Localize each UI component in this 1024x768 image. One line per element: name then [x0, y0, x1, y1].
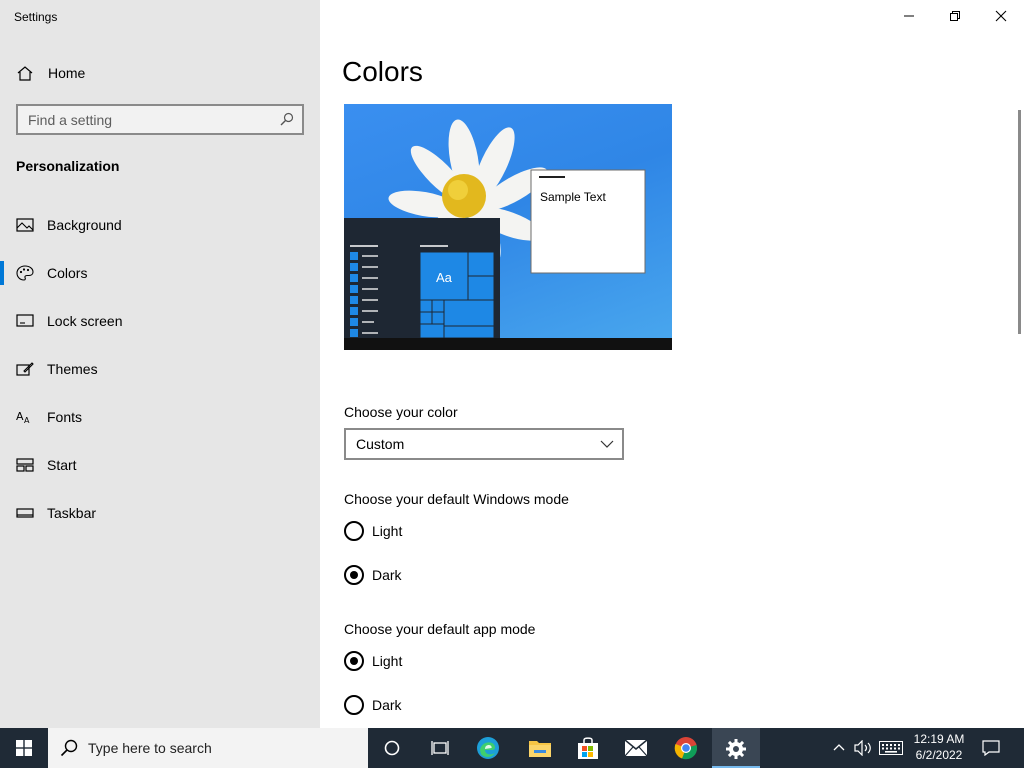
app-title: Settings	[14, 10, 58, 24]
preview-sample-text: Sample Text	[540, 190, 606, 204]
sidebar-item-label: Colors	[47, 265, 88, 281]
app-mode-dark-radio[interactable]: Dark	[344, 694, 544, 716]
radio-label: Dark	[372, 567, 402, 583]
windows-mode-dark-radio[interactable]: Dark	[344, 564, 544, 586]
find-setting-search[interactable]	[16, 104, 304, 135]
sidebar-item-label: Lock screen	[47, 313, 123, 329]
svg-text:A: A	[24, 416, 30, 425]
section-title: Personalization	[16, 158, 120, 174]
radio-circle-selected[interactable]	[344, 651, 364, 671]
action-center-button[interactable]	[978, 728, 1004, 768]
preview-tile-label: Aa	[436, 270, 452, 285]
clock-date: 6/2/2022	[915, 748, 963, 762]
search-icon[interactable]	[280, 112, 294, 126]
lock-screen-icon	[16, 314, 34, 327]
palette-icon	[16, 265, 34, 281]
restore-button[interactable]	[932, 0, 978, 32]
chevron-down-icon	[600, 440, 614, 448]
task-view-icon	[431, 741, 449, 755]
sidebar: Settings Home Personalization Background…	[0, 0, 320, 728]
taskbar-icon	[16, 508, 34, 518]
taskbar-search-placeholder: Type here to search	[88, 740, 212, 756]
restore-icon	[950, 11, 960, 21]
taskbar: Type here to search 12:19 AM 6/2/2022	[0, 728, 1024, 768]
sidebar-item-taskbar[interactable]: Taskbar	[0, 493, 320, 533]
find-setting-input[interactable]	[18, 106, 268, 133]
search-icon	[60, 739, 78, 757]
picture-icon	[16, 218, 34, 232]
taskbar-search-box[interactable]: Type here to search	[48, 728, 368, 768]
color-dropdown[interactable]: Custom	[344, 428, 624, 460]
sidebar-item-start[interactable]: Start	[0, 445, 320, 485]
main-content: Colors Aa Sample Text Choose your color …	[320, 0, 1024, 728]
wallpaper-flower-image	[344, 119, 672, 350]
taskbar-store-button[interactable]	[564, 728, 612, 768]
folder-icon	[529, 741, 551, 757]
radio-label: Dark	[372, 697, 402, 713]
mail-envelope-icon	[624, 739, 648, 757]
store-bag-icon	[578, 737, 598, 759]
close-button[interactable]	[978, 0, 1024, 32]
page-title: Colors	[342, 56, 423, 87]
home-label: Home	[48, 65, 86, 81]
taskbar-chrome-button[interactable]	[662, 728, 710, 768]
sidebar-item-background[interactable]: Background	[0, 205, 320, 245]
notification-icon	[982, 740, 1000, 756]
brush-icon	[16, 362, 34, 376]
svg-text:A: A	[16, 410, 24, 423]
minimize-button[interactable]	[886, 0, 932, 32]
taskbar-file-explorer-button[interactable]	[516, 728, 564, 768]
edge-browser-icon	[477, 737, 499, 759]
gear-icon	[726, 739, 746, 759]
taskbar-settings-button[interactable]	[712, 728, 760, 768]
radio-circle[interactable]	[344, 695, 364, 715]
windows-mode-light-radio[interactable]: Light	[344, 520, 544, 542]
taskbar-mail-button[interactable]	[612, 728, 660, 768]
scrollbar[interactable]	[1018, 110, 1021, 334]
speaker-icon	[854, 740, 871, 756]
task-view-button[interactable]	[416, 728, 464, 768]
chevron-up-icon	[833, 744, 845, 751]
home-icon	[17, 66, 33, 81]
start-layout-icon	[16, 458, 34, 472]
sidebar-item-label: Themes	[47, 361, 98, 377]
radio-circle[interactable]	[344, 521, 364, 541]
fonts-icon: A A	[16, 410, 30, 425]
start-button[interactable]	[0, 728, 48, 768]
windows-mode-label: Choose your default Windows mode	[344, 491, 569, 507]
close-icon	[995, 10, 1007, 22]
color-preview: Aa Sample Text	[344, 104, 672, 350]
cortana-button[interactable]	[368, 728, 416, 768]
sidebar-item-label: Background	[47, 217, 122, 233]
cortana-circle-icon	[384, 740, 400, 756]
app-mode-label: Choose your default app mode	[344, 621, 536, 637]
radio-label: Light	[372, 523, 403, 539]
sidebar-item-lock-screen[interactable]: Lock screen	[0, 301, 320, 341]
radio-label: Light	[372, 653, 403, 669]
sidebar-item-themes[interactable]: Themes	[0, 349, 320, 389]
clock-time: 12:19 AM	[913, 732, 965, 746]
app-mode-light-radio[interactable]: Light	[344, 650, 544, 672]
chrome-browser-icon	[674, 737, 697, 760]
home-nav-item[interactable]: Home	[0, 58, 320, 88]
sidebar-item-fonts[interactable]: A A Fonts	[0, 397, 320, 437]
minimize-icon	[904, 15, 914, 17]
volume-button[interactable]	[852, 728, 876, 768]
sidebar-item-colors[interactable]: Colors	[0, 253, 320, 293]
choose-color-label: Choose your color	[344, 404, 458, 420]
windows-logo-icon	[16, 740, 32, 756]
taskbar-edge-button[interactable]	[464, 728, 512, 768]
sidebar-item-label: Taskbar	[47, 505, 97, 521]
show-hidden-icons-button[interactable]	[828, 728, 850, 768]
radio-circle-selected[interactable]	[344, 565, 364, 585]
color-dropdown-value: Custom	[356, 436, 405, 452]
sidebar-item-label: Start	[47, 457, 77, 473]
taskbar-clock[interactable]: 12:19 AM 6/2/2022	[900, 731, 978, 763]
sidebar-item-label: Fonts	[47, 409, 83, 425]
